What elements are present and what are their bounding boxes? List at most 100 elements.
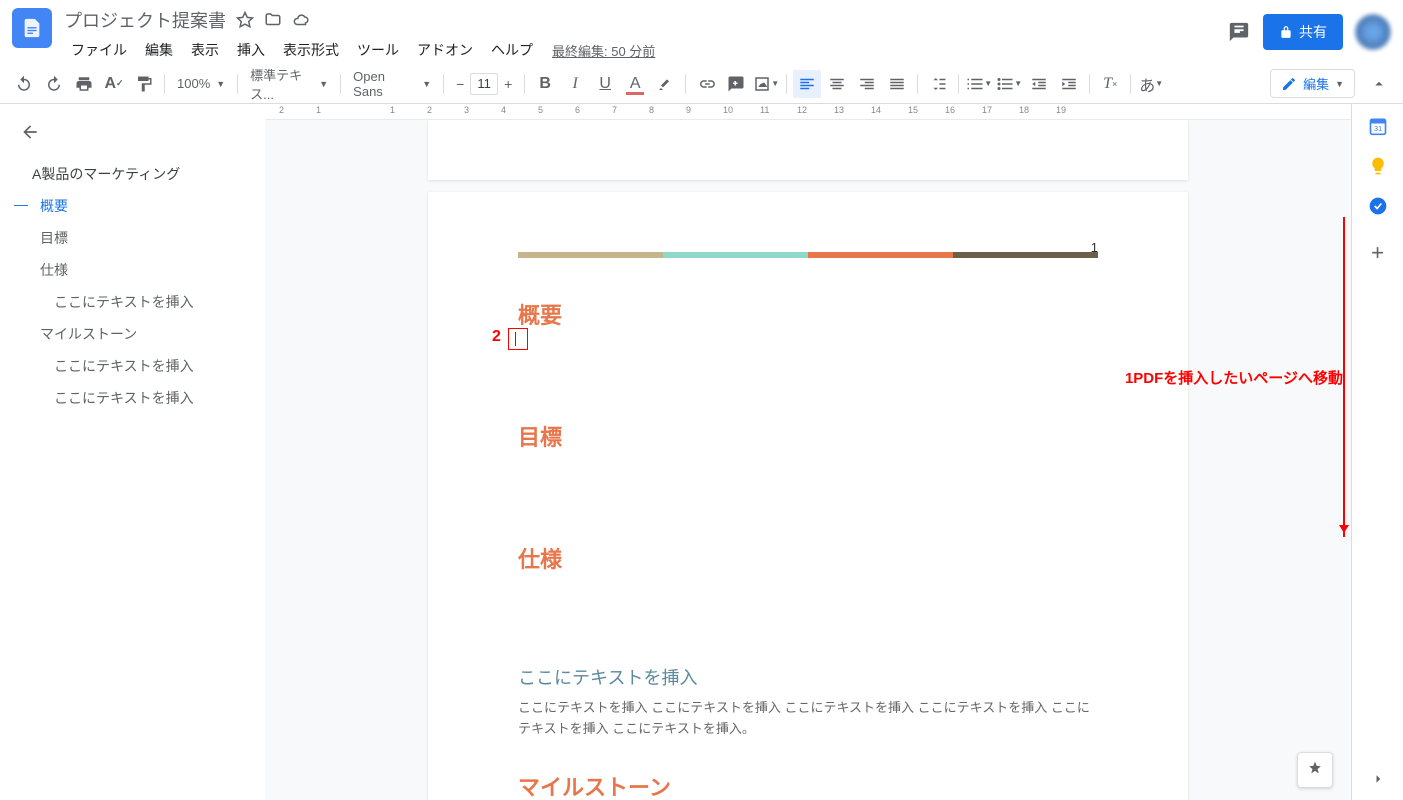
clear-format-button[interactable]: T× xyxy=(1096,70,1124,98)
font-size-increase[interactable]: + xyxy=(498,73,518,95)
comment-button[interactable] xyxy=(722,70,750,98)
italic-button[interactable]: I xyxy=(561,70,589,98)
share-button[interactable]: 共有 xyxy=(1263,14,1343,50)
tasks-icon[interactable] xyxy=(1368,196,1388,216)
outline-item-sub2[interactable]: ここにテキストを挿入 xyxy=(0,350,265,382)
ruler-mark: 16 xyxy=(945,105,955,115)
menu-tools[interactable]: ツール xyxy=(350,36,406,64)
separator xyxy=(1089,74,1090,94)
input-method-button[interactable]: あ▼ xyxy=(1137,70,1165,98)
annotation-2-label: 2 xyxy=(492,328,501,346)
menu-edit[interactable]: 編集 xyxy=(138,36,180,64)
star-icon[interactable] xyxy=(236,11,254,29)
highlight-button[interactable] xyxy=(651,70,679,98)
ruler-mark: 1 xyxy=(316,105,321,115)
color-bar xyxy=(518,252,1098,258)
side-panel-collapse-icon[interactable] xyxy=(1369,770,1387,788)
editing-mode-select[interactable]: 編集 ▼ xyxy=(1270,69,1355,98)
annotation-1-arrow xyxy=(1343,217,1345,537)
print-button[interactable] xyxy=(70,70,98,98)
ruler-mark: 2 xyxy=(427,105,432,115)
outline-item-spec[interactable]: 仕様 xyxy=(0,254,265,286)
ruler-mark: 17 xyxy=(982,105,992,115)
ruler-mark: 9 xyxy=(686,105,691,115)
ruler-mark: 13 xyxy=(834,105,844,115)
side-panel: 31 + xyxy=(1351,104,1403,800)
heading-milestone[interactable]: マイルストーン xyxy=(518,770,1098,800)
indent-increase-button[interactable] xyxy=(1055,70,1083,98)
line-spacing-button[interactable] xyxy=(924,70,952,98)
align-left-button[interactable] xyxy=(793,70,821,98)
page-previous-tail xyxy=(428,120,1188,180)
explore-button[interactable] xyxy=(1297,752,1333,788)
style-select[interactable]: 標準テキス...▼ xyxy=(244,70,334,98)
comments-icon[interactable] xyxy=(1227,20,1251,44)
move-icon[interactable] xyxy=(264,11,282,29)
undo-button[interactable] xyxy=(10,70,38,98)
zoom-select[interactable]: 100%▼ xyxy=(171,70,231,98)
align-justify-button[interactable] xyxy=(883,70,911,98)
page-number: 1 xyxy=(1091,240,1098,255)
annotation-cursor-box xyxy=(508,328,528,350)
menu-view[interactable]: 表示 xyxy=(184,36,226,64)
underline-button[interactable]: U xyxy=(591,70,619,98)
svg-text:31: 31 xyxy=(1373,124,1381,133)
redo-button[interactable] xyxy=(40,70,68,98)
menu-format[interactable]: 表示形式 xyxy=(276,36,346,64)
header-actions: 共有 xyxy=(1227,8,1391,50)
outline-item-sub1[interactable]: ここにテキストを挿入 xyxy=(0,286,265,318)
ruler-mark: 6 xyxy=(575,105,580,115)
numbered-list-button[interactable]: ▼ xyxy=(965,70,993,98)
subheading-insert[interactable]: ここにテキストを挿入 xyxy=(518,664,1098,690)
bullet-list-button[interactable]: ▼ xyxy=(995,70,1023,98)
font-select[interactable]: Open Sans▼ xyxy=(347,70,437,98)
separator xyxy=(443,74,444,94)
outline-item-overview[interactable]: 概要 xyxy=(0,190,265,222)
collapse-toolbar-button[interactable] xyxy=(1365,70,1393,98)
heading-goals[interactable]: 目標 xyxy=(518,420,1098,452)
separator xyxy=(958,74,959,94)
last-edit-link[interactable]: 最終編集: 50 分前 xyxy=(552,41,655,60)
page-2: 1 概要 2 目標 仕様 ここにテキストを挿入 ここにテキストを挿入 ここにテキ… xyxy=(428,192,1188,800)
ruler-mark: 10 xyxy=(723,105,733,115)
addons-plus-icon[interactable]: + xyxy=(1371,240,1384,266)
image-button[interactable]: ▼ xyxy=(752,70,780,98)
docs-logo[interactable] xyxy=(12,8,52,48)
spellcheck-button[interactable]: A✓ xyxy=(100,70,128,98)
menu-addons[interactable]: アドオン xyxy=(410,36,480,64)
keep-icon[interactable] xyxy=(1368,156,1388,176)
menu-help[interactable]: ヘルプ xyxy=(484,36,540,64)
font-size-decrease[interactable]: − xyxy=(450,73,470,95)
horizontal-ruler[interactable]: 2112345678910111213141516171819 xyxy=(265,104,1351,120)
bold-button[interactable]: B xyxy=(531,70,559,98)
outline-item-milestone[interactable]: マイルストーン xyxy=(0,318,265,350)
calendar-icon[interactable]: 31 xyxy=(1368,116,1388,136)
outline-item-sub3[interactable]: ここにテキストを挿入 xyxy=(0,382,265,414)
menu-file[interactable]: ファイル xyxy=(64,36,134,64)
outline-item-goals[interactable]: 目標 xyxy=(0,222,265,254)
ruler-mark: 8 xyxy=(649,105,654,115)
menu-insert[interactable]: 挿入 xyxy=(230,36,272,64)
text-color-button[interactable]: A xyxy=(621,70,649,98)
paint-format-button[interactable] xyxy=(130,70,158,98)
indent-decrease-button[interactable] xyxy=(1025,70,1053,98)
outline-back-button[interactable] xyxy=(0,116,265,148)
ruler-mark: 14 xyxy=(871,105,881,115)
font-size-input[interactable] xyxy=(470,73,498,95)
cloud-icon[interactable] xyxy=(292,11,310,29)
link-button[interactable] xyxy=(692,70,720,98)
app-header: プロジェクト提案書 ファイル 編集 表示 挿入 表示形式 ツール アドオン ヘル… xyxy=(0,0,1403,64)
align-right-button[interactable] xyxy=(853,70,881,98)
heading-spec[interactable]: 仕様 xyxy=(518,542,1098,574)
align-center-button[interactable] xyxy=(823,70,851,98)
user-avatar[interactable] xyxy=(1355,14,1391,50)
document-canvas[interactable]: 1 概要 2 目標 仕様 ここにテキストを挿入 ここにテキストを挿入 ここにテキ… xyxy=(265,120,1351,800)
ruler-mark: 7 xyxy=(612,105,617,115)
outline-title[interactable]: A製品のマーケティング xyxy=(0,158,265,190)
title-area: プロジェクト提案書 ファイル 編集 表示 挿入 表示形式 ツール アドオン ヘル… xyxy=(64,8,1227,64)
font-size-control: − + xyxy=(450,73,518,95)
ruler-mark: 2 xyxy=(279,105,284,115)
document-title[interactable]: プロジェクト提案書 xyxy=(64,7,226,33)
paragraph-placeholder[interactable]: ここにテキストを挿入 ここにテキストを挿入 ここにテキストを挿入 ここにテキスト… xyxy=(518,698,1098,740)
heading-overview[interactable]: 概要 xyxy=(518,298,1098,330)
